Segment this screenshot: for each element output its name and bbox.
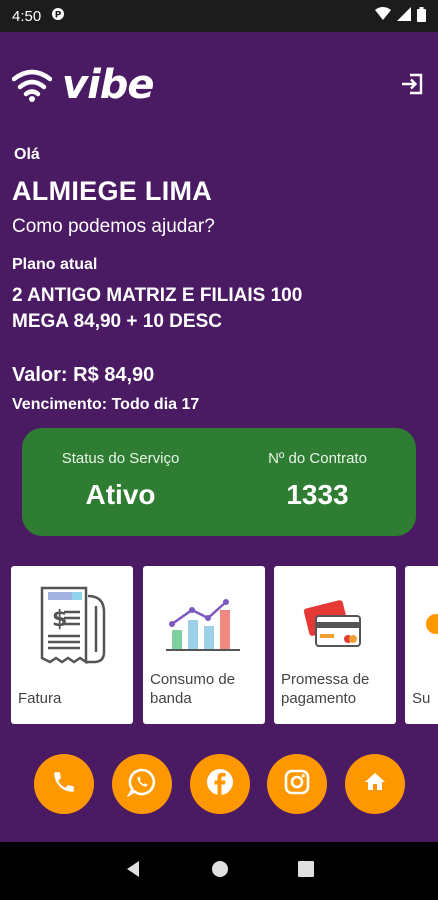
wifi-signal-icon xyxy=(375,7,391,25)
service-status-label: Status do Serviço xyxy=(61,450,180,467)
contract-number-value: 1333 xyxy=(286,479,349,510)
help-prompt: Como podemos ajudar? xyxy=(12,216,215,237)
tile-promessa-de-pagamento[interactable]: Promessa de pagamento xyxy=(274,566,396,724)
cell-signal-icon xyxy=(397,7,411,25)
plan-price: Valor: R$ 84,90 xyxy=(12,364,155,386)
wifi-logo-icon xyxy=(11,63,53,108)
logout-button[interactable] xyxy=(398,72,426,100)
bandwidth-chart-icon xyxy=(143,582,265,666)
logout-icon xyxy=(400,72,424,101)
tile-fatura[interactable]: $ Fatura xyxy=(11,566,133,724)
instagram-button[interactable] xyxy=(267,754,327,814)
instagram-icon xyxy=(283,768,311,801)
brand-logo: vibe xyxy=(11,62,155,108)
tile-label: Promessa de pagamento xyxy=(281,671,370,707)
whatsapp-button[interactable] xyxy=(112,754,172,814)
back-button[interactable] xyxy=(123,859,143,884)
facebook-icon xyxy=(205,767,235,802)
services-carousel[interactable]: $ Fatura Consumo de banda Promessa de pa… xyxy=(0,566,438,726)
plan-name: 2 ANTIGO MATRIZ E FILIAIS 100 MEGA 84,90… xyxy=(12,285,303,332)
system-status-bar: 4:50 P xyxy=(0,0,438,32)
plan-label: Plano atual xyxy=(12,256,98,273)
app-screen: vibe Olá ALMIEGE LIMA Como podemos ajuda… xyxy=(0,32,438,842)
facebook-button[interactable] xyxy=(190,754,250,814)
contract-number: Nº do Contrato 1333 xyxy=(219,428,416,536)
tile-suporte[interactable]: Su xyxy=(405,566,438,724)
service-status-value: Ativo xyxy=(85,479,156,510)
notification-icon: P xyxy=(51,7,65,25)
battery-icon xyxy=(417,6,426,26)
tile-label: Su xyxy=(412,690,431,707)
contract-number-label: Nº do Contrato xyxy=(268,450,367,467)
invoice-icon: $ xyxy=(11,582,133,666)
user-name: ALMIEGE LIMA xyxy=(12,176,213,206)
home-icon xyxy=(363,770,387,799)
service-status: Status do Serviço Ativo xyxy=(22,428,219,536)
whatsapp-icon xyxy=(126,767,157,802)
plan-due-date: Vencimento: Todo dia 17 xyxy=(12,396,200,413)
phone-button[interactable] xyxy=(34,754,94,814)
home-nav-button[interactable] xyxy=(210,859,230,884)
greeting-label: Olá xyxy=(14,146,40,163)
tile-consumo-de-banda[interactable]: Consumo de banda xyxy=(143,566,265,724)
contact-buttons xyxy=(0,754,438,816)
tile-label: Consumo de banda xyxy=(150,671,236,707)
credit-card-icon xyxy=(274,582,396,666)
app-header: vibe xyxy=(11,62,426,112)
brand-name: vibe xyxy=(62,62,155,108)
system-navigation-bar xyxy=(0,842,438,900)
phone-icon xyxy=(51,769,77,800)
service-status-card: Status do Serviço Ativo Nº do Contrato 1… xyxy=(22,428,416,536)
clock: 4:50 xyxy=(12,7,42,25)
tile-label: Fatura xyxy=(18,690,62,707)
home-button[interactable] xyxy=(345,754,405,814)
svg-text:P: P xyxy=(55,11,62,21)
support-icon xyxy=(405,582,438,666)
recents-button[interactable] xyxy=(297,860,315,883)
